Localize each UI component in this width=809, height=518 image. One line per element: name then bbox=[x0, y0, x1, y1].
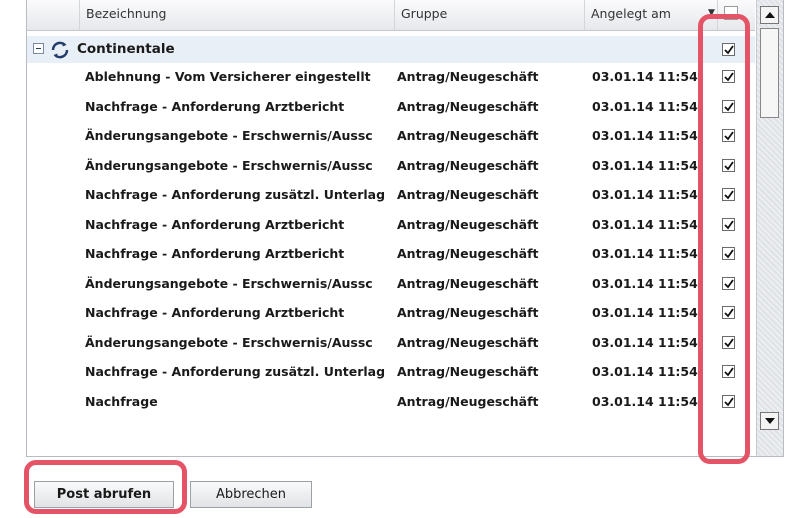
row-name: Nachfrage - Anforderung zusätzl. Unterla… bbox=[85, 187, 386, 202]
row-created: 03.01.14 11:54 bbox=[592, 364, 698, 379]
table-row[interactable]: Änderungsangebote - Erschwernis/Aussc Ant… bbox=[27, 270, 755, 297]
table-row[interactable]: Nachfrage - Anforderung Arztbericht Antra… bbox=[27, 240, 755, 267]
row-name: Änderungsangebote - Erschwernis/Aussc bbox=[85, 128, 373, 143]
row-created: 03.01.14 11:54 bbox=[592, 157, 698, 173]
row-name: Nachfrage - Anforderung zusätzl. Unterla… bbox=[85, 364, 386, 379]
row-created: 03.01.14 11:54 bbox=[592, 246, 698, 261]
row-created: 03.01.14 11:54 bbox=[592, 128, 698, 143]
row-name: Nachfrage - Anforderung Arztbericht bbox=[85, 98, 345, 114]
group-label: Continentale bbox=[77, 41, 175, 57]
row-group: Antrag/Neugeschäft bbox=[397, 216, 539, 232]
table-row[interactable]: Nachfrage - Anforderung zusätzl. Unterla… bbox=[27, 181, 755, 208]
header-spacer bbox=[27, 0, 79, 30]
row-group: Antrag/Neugeschäft bbox=[397, 364, 539, 379]
row-group: Antrag/Neugeschäft bbox=[397, 98, 539, 114]
row-name: Nachfrage bbox=[85, 393, 158, 409]
collapse-minus-icon[interactable] bbox=[33, 43, 44, 54]
row-created: 03.01.14 11:54 bbox=[592, 98, 698, 114]
row-group: Antrag/Neugeschäft bbox=[397, 69, 539, 84]
row-created: 03.01.14 11:54 bbox=[592, 305, 698, 320]
table-row[interactable]: Nachfrage Antrag/Neugeschäft 03.01.14 11:5… bbox=[27, 388, 755, 415]
table-row[interactable]: Änderungsangebote - Erschwernis/Aussc Ant… bbox=[27, 329, 755, 356]
row-created: 03.01.14 11:54 bbox=[592, 275, 698, 291]
row-name: Nachfrage - Anforderung Arztbericht bbox=[85, 246, 345, 261]
cancel-button[interactable]: Abbrechen bbox=[190, 481, 312, 508]
column-header-group[interactable]: Gruppe bbox=[394, 0, 584, 30]
fetch-mail-button[interactable]: Post abrufen bbox=[34, 481, 174, 508]
row-group: Antrag/Neugeschäft bbox=[397, 187, 539, 202]
row-group: Antrag/Neugeschäft bbox=[397, 157, 539, 173]
column-header-name[interactable]: Bezeichnung bbox=[79, 0, 394, 30]
row-group: Antrag/Neugeschäft bbox=[397, 128, 539, 143]
table-row[interactable]: Ablehnung - Vom Versicherer eingestellt A… bbox=[27, 63, 755, 90]
checkbox-column-highlight bbox=[698, 14, 750, 464]
refresh-folder-icon bbox=[51, 41, 69, 59]
scrollbar-thumb[interactable] bbox=[760, 28, 779, 118]
row-name: Ablehnung - Vom Versicherer eingestellt bbox=[85, 69, 371, 84]
table-row[interactable]: Nachfrage - Anforderung Arztbericht Antra… bbox=[27, 93, 755, 120]
mail-table: Bezeichnung Gruppe Angelegt am ▼ Contine… bbox=[27, 0, 755, 456]
row-group: Antrag/Neugeschäft bbox=[397, 305, 539, 320]
mail-list-panel: Bezeichnung Gruppe Angelegt am ▼ Contine… bbox=[26, 0, 784, 457]
row-name: Änderungsangebote - Erschwernis/Aussc bbox=[85, 275, 373, 291]
vertical-scrollbar[interactable] bbox=[756, 0, 783, 456]
row-name: Änderungsangebote - Erschwernis/Aussc bbox=[85, 334, 373, 350]
row-name: Nachfrage - Anforderung Arztbericht bbox=[85, 216, 345, 232]
scroll-up-arrow-icon[interactable] bbox=[760, 6, 779, 24]
table-row[interactable]: Änderungsangebote - Erschwernis/Aussc Ant… bbox=[27, 152, 755, 179]
table-header: Bezeichnung Gruppe Angelegt am ▼ bbox=[27, 0, 755, 31]
table-row[interactable]: Nachfrage - Anforderung zusätzl. Unterla… bbox=[27, 358, 755, 385]
row-created: 03.01.14 11:54 bbox=[592, 393, 698, 409]
row-created: 03.01.14 11:54 bbox=[592, 216, 698, 232]
row-created: 03.01.14 11:54 bbox=[592, 69, 698, 84]
row-created: 03.01.14 11:54 bbox=[592, 334, 698, 350]
row-group: Antrag/Neugeschäft bbox=[397, 275, 539, 291]
row-group: Antrag/Neugeschäft bbox=[397, 246, 539, 261]
row-group: Antrag/Neugeschäft bbox=[397, 393, 539, 409]
row-name: Nachfrage - Anforderung Arztbericht bbox=[85, 305, 345, 320]
table-row[interactable]: Nachfrage - Anforderung Arztbericht Antra… bbox=[27, 211, 755, 238]
scroll-down-arrow-icon[interactable] bbox=[760, 412, 779, 430]
group-row[interactable]: Continentale bbox=[27, 36, 755, 63]
row-created: 03.01.14 11:54 bbox=[592, 187, 698, 202]
row-name: Änderungsangebote - Erschwernis/Aussc bbox=[85, 157, 373, 173]
row-group: Antrag/Neugeschäft bbox=[397, 334, 539, 350]
table-row[interactable]: Änderungsangebote - Erschwernis/Aussc Ant… bbox=[27, 122, 755, 149]
table-row[interactable]: Nachfrage - Anforderung Arztbericht Antra… bbox=[27, 299, 755, 326]
